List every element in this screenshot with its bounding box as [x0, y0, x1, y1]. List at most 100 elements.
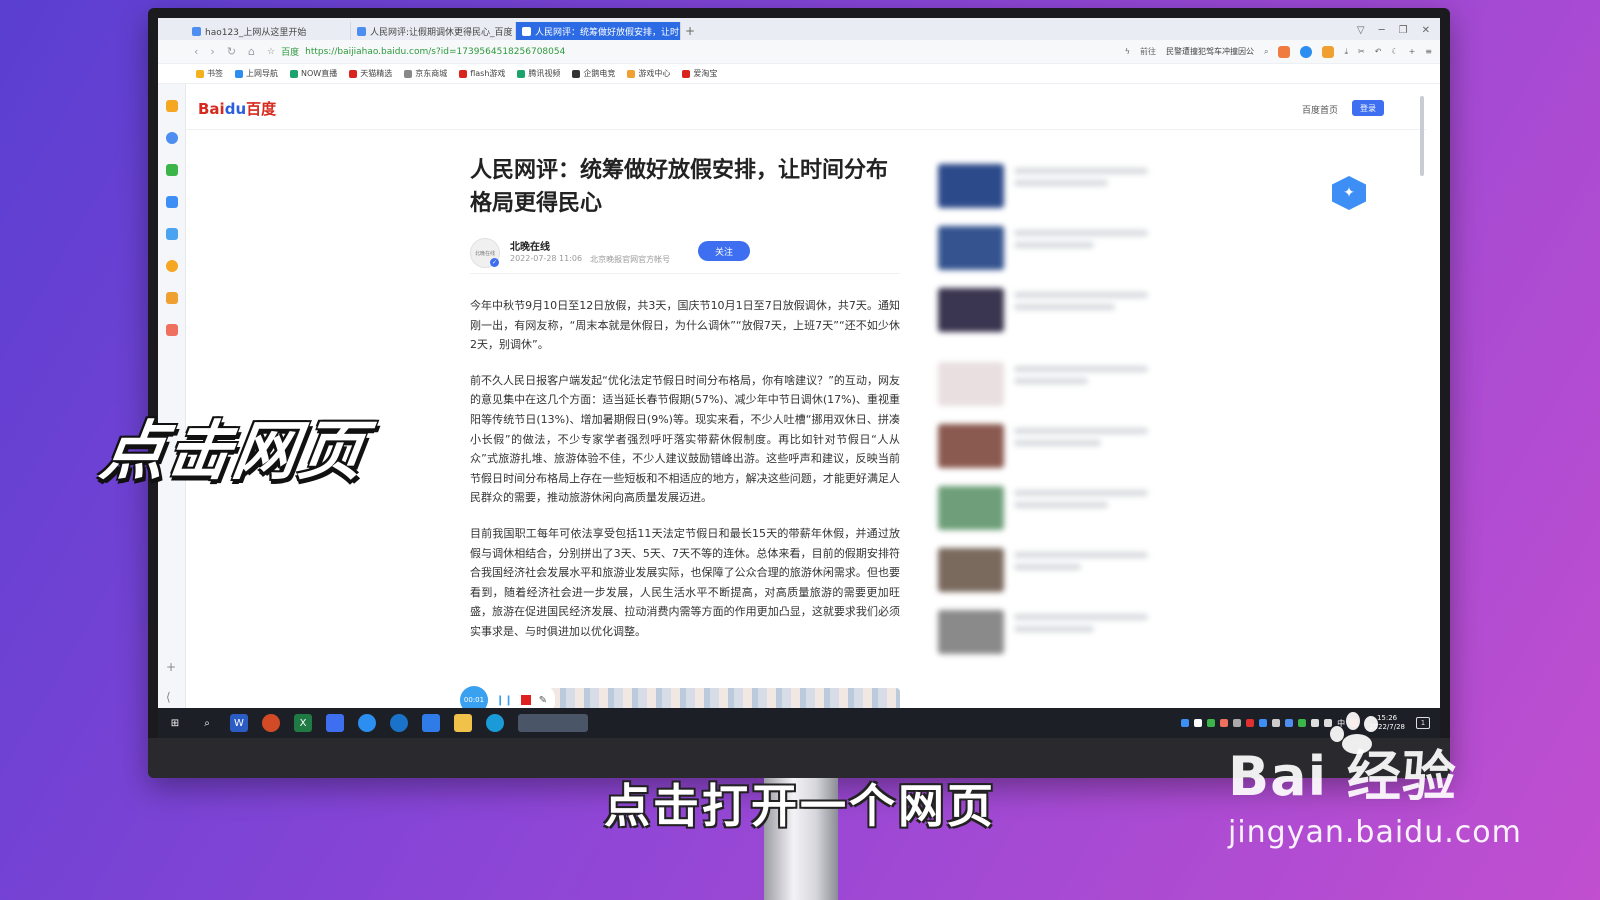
notification-icon[interactable]: 1 [1416, 717, 1430, 729]
related-item[interactable] [938, 486, 1148, 530]
close-window-icon[interactable]: ✕ [1422, 25, 1430, 36]
tray-icon[interactable] [1259, 719, 1268, 727]
tray-icon[interactable] [1246, 719, 1255, 727]
tab-article-old[interactable]: 人民网评:让假期调休更得民心_百度 [351, 22, 516, 40]
bookmark-label: 游戏中心 [638, 69, 671, 78]
tray-icon[interactable] [1233, 719, 1242, 727]
bookmark-item[interactable]: 腾讯视频 [517, 68, 560, 79]
tab-article-active[interactable]: 人民网评：统筹做好放假安排，让时 ✕ [516, 22, 681, 40]
stop-icon[interactable] [520, 695, 531, 705]
add-icon[interactable]: + [166, 660, 176, 674]
folder-icon[interactable] [454, 714, 472, 732]
page-header: Baidu百度 百度首页 登录 [186, 84, 1426, 130]
tab-label: 人民网评：统筹做好放假安排，让时 [535, 27, 680, 38]
article-paragraph: 今年中秋节9月10日至12日放假，共3天，国庆节10月1日至7日放假调休，共7天… [470, 299, 900, 352]
network-icon[interactable] [1311, 719, 1320, 727]
bookmark-item[interactable]: 上网导航 [235, 68, 278, 79]
baidu-home-link[interactable]: 百度首页 [1302, 103, 1338, 116]
tray-icon[interactable] [1207, 719, 1216, 727]
bird-badge-icon[interactable]: ✦ [1332, 176, 1366, 210]
search-icon[interactable]: ⌕ [198, 714, 216, 732]
forward-icon[interactable]: › [210, 45, 214, 58]
game-icon[interactable] [166, 324, 178, 336]
bird-app-icon[interactable] [326, 714, 344, 732]
mail-icon[interactable] [422, 714, 440, 732]
tray-icon[interactable] [1285, 719, 1294, 727]
menu-icon[interactable]: ≡ [1425, 47, 1432, 56]
related-item[interactable] [938, 548, 1148, 592]
extension-icon[interactable] [1278, 45, 1291, 58]
related-item[interactable] [938, 288, 1148, 332]
powerpoint-icon[interactable] [262, 714, 280, 732]
tab-label: 人民网评:让假期调休更得民心_百度 [370, 27, 513, 38]
article-body: 今年中秋节9月10日至12日放假，共3天，国庆节10月1日至7日放假调休，共7天… [470, 296, 900, 642]
go-button[interactable]: 前往 [1140, 46, 1156, 57]
related-item[interactable] [938, 164, 1148, 208]
download-icon[interactable]: ⤓ [1344, 47, 1348, 57]
tray-icon[interactable] [1220, 719, 1229, 727]
plus-icon[interactable]: + [1409, 47, 1416, 56]
reload-icon[interactable]: ↻ [227, 45, 236, 58]
bookmark-item[interactable]: 游戏中心 [627, 68, 670, 79]
excel-icon[interactable]: X [294, 714, 312, 732]
history-icon[interactable] [166, 132, 178, 144]
pen-icon[interactable]: ✎ [539, 695, 547, 706]
search-hint[interactable]: 民警遭撞犯驾车冲撞因公 [1166, 46, 1254, 57]
related-item[interactable] [938, 610, 1148, 654]
bookmark-item[interactable]: 京东商城 [404, 68, 447, 79]
tray-icon[interactable] [1272, 719, 1281, 727]
browser-icon[interactable] [358, 714, 376, 732]
related-thumbnail [938, 288, 1004, 332]
undo-icon[interactable]: ↶ [1375, 47, 1382, 56]
tab-hao123[interactable]: hao123_上网从这里开始 [186, 22, 351, 40]
star-icon[interactable]: ☆ [267, 47, 275, 57]
active-window-thumbnail[interactable] [518, 714, 588, 732]
bookmark-item[interactable]: 企鹅电竞 [572, 68, 615, 79]
baidu-logo[interactable]: Baidu百度 [198, 98, 276, 119]
restore-icon[interactable]: ❐ [1399, 25, 1408, 36]
login-button[interactable]: 登录 [1352, 100, 1384, 116]
related-item[interactable] [938, 226, 1148, 270]
game-icon[interactable] [1322, 45, 1335, 58]
recorder-app-icon[interactable] [486, 714, 504, 732]
url-text[interactable]: https://baijiahao.baidu.com/s?id=1739564… [305, 47, 565, 57]
author-name[interactable]: 北晚在线 [510, 238, 550, 253]
favorites-icon[interactable] [166, 100, 178, 112]
bookmark-item[interactable]: 书签 [196, 68, 223, 79]
shirt-icon[interactable]: ▽ [1357, 25, 1365, 36]
extension-icon[interactable] [1300, 45, 1313, 58]
windows-start-icon[interactable]: ⊞ [166, 714, 184, 732]
notes-icon[interactable] [166, 292, 178, 304]
related-item[interactable] [938, 424, 1148, 468]
translate-icon[interactable] [166, 196, 178, 208]
bookmark-item[interactable]: flash游戏 [459, 68, 505, 79]
wechat-icon[interactable] [166, 164, 178, 176]
follow-button[interactable]: 关注 [698, 241, 750, 261]
back-icon[interactable]: ‹ [194, 45, 198, 58]
pause-icon[interactable]: ❙❙ [496, 695, 513, 706]
tray-icon[interactable] [1181, 719, 1190, 727]
tray-icon[interactable] [1194, 719, 1203, 727]
night-mode-icon[interactable]: ☾ [1391, 47, 1398, 56]
scissors-icon[interactable]: ✂ [1358, 47, 1365, 56]
page-scrollbar[interactable] [1420, 96, 1424, 176]
new-tab-button[interactable]: + [681, 22, 699, 40]
bookmark-icon [404, 69, 413, 78]
search-icon[interactable]: ⌕ [1264, 47, 1268, 57]
related-item[interactable] [938, 362, 1148, 406]
url-field[interactable]: ☆ 百度 https://baijiahao.baidu.com/s?id=17… [267, 45, 887, 59]
edge-icon[interactable] [390, 714, 408, 732]
home-icon[interactable]: ⌂ [248, 45, 255, 58]
cloud-icon[interactable] [166, 228, 178, 240]
address-bar: ‹ › ↻ ⌂ ☆ 百度 https://baijiahao.baidu.com… [158, 40, 1440, 64]
bookmark-item[interactable]: 爱淘宝 [682, 68, 717, 79]
bookmark-icon [459, 69, 468, 78]
search-tool-icon[interactable] [166, 260, 178, 272]
bookmark-item[interactable]: 天猫精选 [349, 68, 392, 79]
word-icon[interactable]: W [230, 714, 248, 732]
bookmark-item[interactable]: NOW直播 [290, 68, 337, 79]
shield-icon[interactable] [1298, 719, 1307, 727]
lightning-icon[interactable]: ϟ [1125, 47, 1130, 56]
collapse-icon[interactable]: ⟨ [166, 690, 171, 704]
minimize-icon[interactable]: ─ [1379, 25, 1385, 36]
